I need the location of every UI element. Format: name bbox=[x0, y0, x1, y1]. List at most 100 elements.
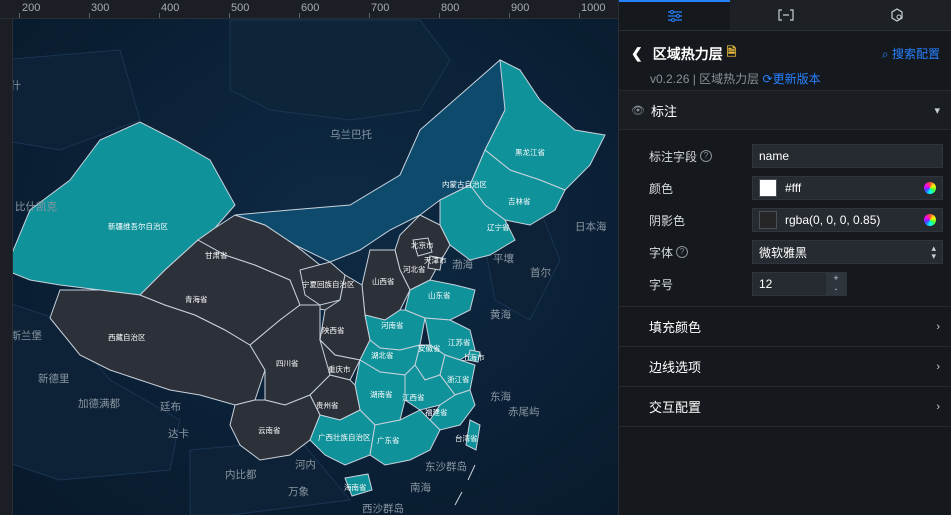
color-picker-icon[interactable] bbox=[924, 182, 936, 194]
svg-text:广西壮族自治区: 广西壮族自治区 bbox=[318, 432, 371, 442]
svg-text:湖南省: 湖南省 bbox=[370, 389, 393, 399]
svg-text:日本海: 日本海 bbox=[575, 220, 607, 233]
label-section-header[interactable]: 👁 标注 ▾ bbox=[619, 91, 951, 130]
ruler-tick-label: 500 bbox=[231, 2, 250, 14]
shadow-color-label: 阴影色 bbox=[649, 213, 686, 228]
color-row: 颜色 #fff bbox=[619, 172, 951, 204]
color-input[interactable]: #fff bbox=[752, 176, 943, 200]
svg-text:重庆市: 重庆市 bbox=[328, 364, 351, 374]
svg-text:陕西省: 陕西省 bbox=[322, 325, 345, 335]
horizontal-ruler: 200 300 400 500 600 700 800 900 1000 bbox=[0, 0, 618, 19]
sync-icon: ⟳ bbox=[762, 72, 773, 86]
doc-icon[interactable]: 🗎 bbox=[727, 43, 737, 64]
svg-text:四川省: 四川省 bbox=[276, 358, 299, 368]
ruler-tick-label: 1000 bbox=[581, 2, 606, 14]
help-icon[interactable]: ? bbox=[676, 246, 689, 258]
font-size-label: 字号 bbox=[649, 277, 674, 292]
label-field-input[interactable]: name bbox=[752, 144, 943, 168]
ruler-tick-label: 200 bbox=[22, 2, 41, 14]
svg-text:江苏省: 江苏省 bbox=[448, 337, 471, 347]
svg-text:山西省: 山西省 bbox=[372, 276, 395, 286]
svg-text:广东省: 广东省 bbox=[377, 435, 400, 445]
svg-text:比什凯克: 比什凯克 bbox=[15, 200, 57, 213]
svg-text:黄海: 黄海 bbox=[490, 308, 511, 321]
svg-text:天津市: 天津市 bbox=[424, 255, 447, 265]
search-config-button[interactable]: ⌕ 搜索配置 bbox=[882, 45, 940, 62]
svg-text:赤尾屿: 赤尾屿 bbox=[508, 406, 540, 418]
ruler-tick-label: 700 bbox=[371, 2, 390, 14]
color-label: 颜色 bbox=[649, 181, 674, 196]
shadow-swatch[interactable] bbox=[759, 211, 777, 229]
tab-interaction[interactable] bbox=[841, 0, 951, 30]
shadow-color-row: 阴影色 rgba(0, 0, 0, 0.85) bbox=[619, 204, 951, 236]
chevron-right-icon: › bbox=[936, 400, 940, 413]
chevron-right-icon: › bbox=[936, 320, 940, 333]
panel-header: ❮ 区域热力层 🗎 ⌕ 搜索配置 v0.2.26 | 区域热力层 ⟳更新版本 bbox=[619, 31, 951, 91]
svg-text:宁夏回族自治区: 宁夏回族自治区 bbox=[302, 279, 355, 289]
decrement-button[interactable]: - bbox=[826, 284, 846, 295]
svg-text:内比都: 内比都 bbox=[225, 468, 257, 481]
ruler-tick-label: 300 bbox=[91, 2, 110, 14]
ruler-tick-label: 400 bbox=[161, 2, 180, 14]
mongolia-region bbox=[229, 19, 451, 121]
color-swatch[interactable] bbox=[759, 179, 777, 197]
tab-style[interactable] bbox=[619, 0, 730, 30]
svg-text:甘肃省: 甘肃省 bbox=[205, 250, 228, 260]
version-text: v0.2.26 | 区域热力层 bbox=[650, 72, 760, 86]
svg-text:云南省: 云南省 bbox=[258, 425, 281, 435]
svg-text:廷布: 廷布 bbox=[160, 401, 181, 413]
component-title: 区域热力层 bbox=[652, 45, 723, 62]
map-canvas[interactable]: 塔什 乌兰巴托 比什凯克 伊斯兰堡 新德里 加德满都 廷布 达卡 内比都 河内 … bbox=[0, 0, 618, 515]
svg-text:平壤: 平壤 bbox=[493, 252, 514, 265]
back-icon[interactable]: ❮ bbox=[631, 45, 643, 62]
update-version-link[interactable]: ⟳更新版本 bbox=[763, 72, 821, 86]
label-section-title: 标注 bbox=[650, 103, 677, 119]
svg-text:河南省: 河南省 bbox=[381, 320, 404, 330]
svg-text:黑龙江省: 黑龙江省 bbox=[515, 147, 545, 157]
svg-text:台湾省: 台湾省 bbox=[455, 433, 478, 443]
svg-text:西藏自治区: 西藏自治区 bbox=[108, 332, 146, 342]
svg-text:辽宁省: 辽宁省 bbox=[487, 222, 510, 232]
chevron-down-icon: ▾ bbox=[934, 104, 940, 117]
increment-button[interactable]: + bbox=[826, 273, 846, 284]
interaction-config-section[interactable]: 交互配置 › bbox=[619, 387, 951, 427]
refresh-icon bbox=[890, 8, 903, 22]
eye-icon[interactable]: 👁 bbox=[631, 104, 645, 117]
font-label: 字体 bbox=[649, 245, 674, 260]
svg-text:东沙群岛: 东沙群岛 bbox=[425, 460, 467, 473]
svg-text:南海: 南海 bbox=[410, 481, 431, 494]
font-select[interactable]: 微软雅黑 ▴ ▾ bbox=[752, 240, 943, 264]
help-icon[interactable]: ? bbox=[700, 150, 713, 162]
shadow-color-input[interactable]: rgba(0, 0, 0, 0.85) bbox=[752, 208, 943, 232]
font-size-stepper[interactable]: 12 + - bbox=[752, 272, 847, 296]
ruler-tick-label: 900 bbox=[511, 2, 530, 14]
svg-text:贵州省: 贵州省 bbox=[316, 400, 339, 410]
svg-text:乌兰巴托: 乌兰巴托 bbox=[330, 128, 372, 141]
tab-data[interactable] bbox=[730, 0, 841, 30]
border-options-title: 边线选项 bbox=[649, 360, 702, 375]
svg-text:海南省: 海南省 bbox=[344, 482, 367, 492]
label-field-row: 标注字段? name bbox=[619, 140, 951, 172]
svg-text:吉林省: 吉林省 bbox=[508, 196, 531, 206]
svg-text:首尔: 首尔 bbox=[530, 266, 551, 279]
sliders-icon bbox=[667, 10, 682, 22]
svg-text:渤海: 渤海 bbox=[452, 258, 473, 271]
svg-text:内蒙古自治区: 内蒙古自治区 bbox=[442, 179, 487, 189]
svg-text:青海省: 青海省 bbox=[185, 294, 208, 304]
select-arrows-icon: ▴ ▾ bbox=[931, 243, 936, 261]
svg-text:万象: 万象 bbox=[288, 486, 309, 498]
svg-text:江西省: 江西省 bbox=[402, 392, 425, 402]
svg-text:河内: 河内 bbox=[295, 458, 316, 471]
color-picker-icon[interactable] bbox=[924, 214, 936, 226]
ruler-tick-label: 600 bbox=[301, 2, 320, 14]
svg-text:河北省: 河北省 bbox=[403, 264, 426, 274]
svg-text:安徽省: 安徽省 bbox=[418, 343, 441, 353]
chevron-right-icon: › bbox=[936, 360, 940, 373]
label-field-label: 标注字段 bbox=[649, 149, 698, 164]
svg-text:北京市: 北京市 bbox=[411, 240, 434, 250]
svg-text:上海市: 上海市 bbox=[462, 352, 485, 362]
fill-color-section[interactable]: 填充颜色 › bbox=[619, 307, 951, 347]
svg-text:山东省: 山东省 bbox=[428, 290, 451, 300]
bracket-icon bbox=[777, 9, 794, 21]
border-options-section[interactable]: 边线选项 › bbox=[619, 347, 951, 387]
